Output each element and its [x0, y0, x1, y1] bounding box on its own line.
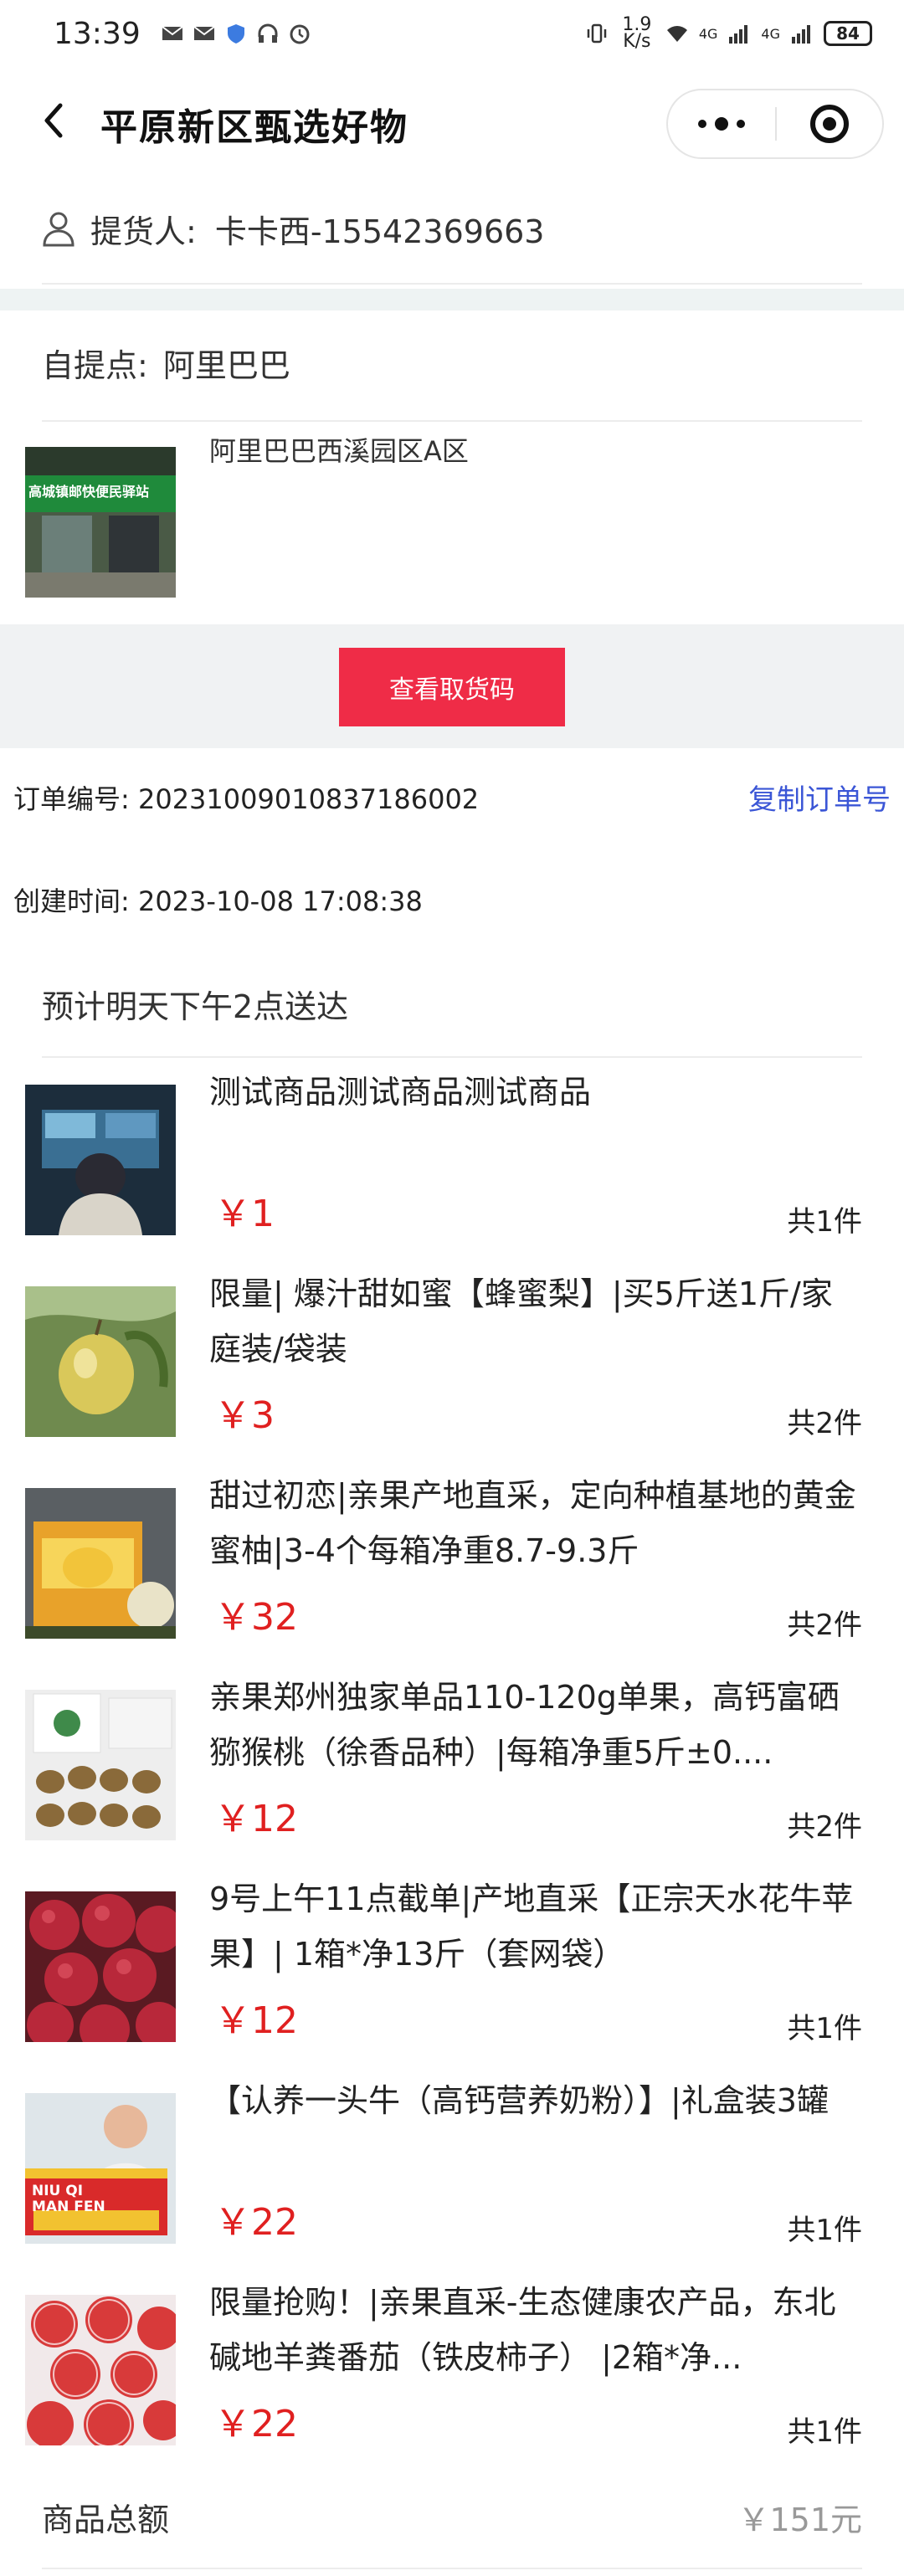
product-price: ￥22: [214, 2201, 298, 2244]
product-name: 限量抢购！|亲果直采-生态健康农产品，东北碱地羊粪番茄（铁皮柿子） |2箱*净.…: [209, 2284, 836, 2376]
nav-bar: 平原新区甄选好物: [0, 67, 904, 176]
product-price: ￥32: [214, 1596, 298, 1639]
product-image: [25, 1085, 176, 1235]
product-name: 测试商品测试商品测试商品: [209, 1074, 592, 1111]
pickup-person-label: 提货人:: [90, 213, 197, 250]
created-time-label: 创建时间:: [13, 885, 130, 917]
product-quantity: 共1件: [787, 2415, 862, 2449]
product-quantity: 共2件: [787, 1810, 862, 1844]
back-arrow-icon[interactable]: [28, 95, 79, 146]
store-photo: 高城镇邮快便民驿站: [25, 447, 176, 598]
self-pickup-label: 自提点:: [42, 347, 148, 384]
goods-total-value: ￥151元: [737, 2502, 862, 2538]
network-speed: 1.9 K/s: [622, 14, 652, 52]
product-name: 【认养一头牛（高钙营养奶粉）】|礼盒装3罐: [209, 2082, 829, 2119]
product-name: 甜过初恋|亲果产地直采，定向种植基地的黄金蜜柚|3-4个每箱净重8.7-9.3斤: [209, 1477, 856, 1569]
store-name: 阿里巴巴西溪园区A区: [209, 435, 469, 467]
person-icon: [43, 212, 74, 247]
copy-order-number-link[interactable]: 复制订单号: [748, 777, 891, 818]
view-pickup-code-button[interactable]: 查看取货码: [339, 648, 565, 726]
product-quantity: 共1件: [787, 2214, 862, 2247]
product-name: 亲果郑州独家单品110-120g单果，高钙富硒猕猴桃（徐香品种）|每箱净重5斤±…: [209, 1679, 840, 1771]
signal-icon: [792, 25, 810, 44]
product-quantity: 共1件: [787, 1205, 862, 1239]
close-mini-program-button[interactable]: [777, 90, 882, 157]
delivery-eta: 预计明天下午2点送达: [42, 988, 349, 1025]
pickup-code-section: 查看取货码: [0, 624, 904, 748]
network-type-2: 4G: [761, 25, 780, 42]
product-quantity: 共2件: [787, 1609, 862, 1642]
self-pickup-row: 自提点: 阿里巴巴: [42, 340, 290, 386]
self-pickup-value: 阿里巴巴: [162, 347, 290, 384]
status-bar: 13:39 1.9 K/s 4G 4G 84: [0, 0, 904, 67]
product-price: ￥22: [214, 2403, 298, 2445]
product-item[interactable]: 亲果郑州独家单品110-120g单果，高钙富硒猕猴桃（徐香品种）|每箱净重5斤±…: [0, 1663, 904, 1865]
network-type-1: 4G: [698, 25, 718, 42]
target-icon: [809, 105, 849, 143]
store-sign-text: 高城镇邮快便民驿站: [28, 484, 150, 500]
divider: [42, 420, 862, 422]
pickup-person-value: 卡卡西-15542369663: [214, 213, 545, 250]
shield-icon: [227, 24, 244, 44]
pickup-person-row: 提货人: 卡卡西-15542369663: [42, 199, 862, 258]
order-number-label: 订单编号:: [13, 783, 130, 815]
status-time: 13:39: [54, 16, 141, 51]
product-item[interactable]: 限量| 爆汁甜如蜜【蜂蜜梨】|买5斤送1斤/家庭装/袋装 ￥3 共2件: [0, 1260, 904, 1461]
product-item[interactable]: 限量抢购！|亲果直采-生态健康农产品，东北碱地羊粪番茄（铁皮柿子） |2箱*净.…: [0, 2268, 904, 2470]
product-image-text: NIU QI MAN FEN: [32, 2183, 105, 2215]
more-menu-button[interactable]: [668, 90, 775, 157]
product-item[interactable]: 甜过初恋|亲果产地直采，定向种植基地的黄金蜜柚|3-4个每箱净重8.7-9.3斤…: [0, 1461, 904, 1663]
product-price: ￥12: [214, 1798, 298, 1840]
product-image: [25, 1488, 176, 1639]
mail-icon: [162, 26, 183, 40]
wifi-icon: [666, 26, 687, 42]
mail-icon: [193, 26, 215, 40]
goods-total-row: 商品总额 ￥151元: [42, 2494, 862, 2540]
product-item[interactable]: 9号上午11点截单|产地直采【正宗天水花牛苹果】| 1箱*净13斤（套网袋） ￥…: [0, 1865, 904, 2066]
order-number-row: 订单编号: 20231009010837186002: [13, 778, 479, 817]
created-time-row: 创建时间: 2023-10-08 17:08:38: [13, 880, 423, 919]
created-time-value: 2023-10-08 17:08:38: [137, 885, 423, 917]
product-price: ￥12: [214, 1999, 298, 2042]
product-image: [25, 2295, 176, 2445]
signal-icon: [729, 25, 748, 44]
product-name: 9号上午11点截单|产地直采【正宗天水花牛苹果】| 1箱*净13斤（套网袋）: [209, 1881, 854, 1973]
alarm-icon: [290, 24, 310, 44]
more-dot-icon: [715, 117, 728, 131]
product-name: 限量| 爆汁甜如蜜【蜂蜜梨】|买5斤送1斤/家庭装/袋装: [209, 1275, 833, 1368]
product-quantity: 共2件: [787, 1407, 862, 1440]
headphones-icon: [258, 23, 278, 43]
product-price: ￥1: [214, 1193, 275, 1235]
battery-indicator: 84: [824, 21, 872, 46]
divider: [42, 2568, 862, 2569]
product-image: [25, 1690, 176, 1840]
order-number-value: 20231009010837186002: [137, 783, 480, 815]
product-image: [25, 1286, 176, 1437]
vibrate-icon: [587, 23, 607, 44]
product-item[interactable]: NIU QI MAN FEN 【认养一头牛（高钙营养奶粉）】|礼盒装3罐 ￥22…: [0, 2066, 904, 2268]
more-dot-icon: [737, 120, 745, 128]
page-title: 平原新区甄选好物: [100, 106, 408, 149]
product-quantity: 共1件: [787, 2012, 862, 2045]
product-image: NIU QI MAN FEN: [25, 2093, 176, 2244]
mini-program-capsule: [666, 89, 884, 159]
product-price: ￥3: [214, 1394, 275, 1437]
more-dot-icon: [698, 120, 706, 128]
product-image: [25, 1891, 176, 2042]
goods-total-label: 商品总额: [42, 2502, 170, 2538]
product-item[interactable]: 测试商品测试商品测试商品 ￥1 共1件: [0, 1058, 904, 1260]
section-separator: [0, 289, 904, 310]
divider: [42, 283, 862, 285]
